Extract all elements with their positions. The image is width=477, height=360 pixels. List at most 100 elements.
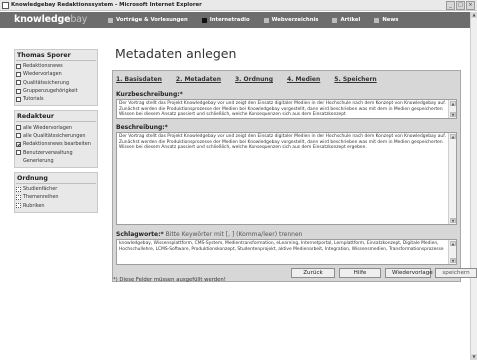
schlagworte-label-text: Schlagworte:* <box>116 231 164 238</box>
user-icon <box>16 150 21 156</box>
tab-basisdaten[interactable]: 1. Basisdaten <box>116 76 162 83</box>
sidebar-item-rubriken[interactable]: Rubriken <box>16 202 96 210</box>
kurzbeschreibung-value: Der Vortrag stellt das Projekt Knowledge… <box>119 101 446 118</box>
edit-check-icon <box>16 141 21 147</box>
sidebar-item-label: Redaktionsnews bearbeiten <box>23 141 91 148</box>
sidebar-item-alle-qualitaetssicherungen[interactable]: alle Qualitätssicherungen <box>16 132 96 140</box>
back-button[interactable]: Zurück <box>291 268 335 278</box>
scroll-down-icon[interactable]: ▼ <box>450 112 456 117</box>
document-icon <box>16 80 21 86</box>
document-icon <box>16 63 21 69</box>
sidebar-item-label: Redaktionsnews <box>23 63 63 70</box>
sidebar-item-qualitaetssicherung[interactable]: Qualitätssicherung <box>16 79 96 87</box>
sidebar-item-label: Generierung <box>23 157 54 164</box>
sidebar-item-label: Wiedervorlagen <box>23 71 62 78</box>
nav-items: Vorträge & Vorlesungen Internetradio Web… <box>108 16 412 24</box>
beschreibung-label: Beschreibung:* <box>116 124 168 131</box>
scroll-up-icon[interactable]: ▲ <box>450 241 456 246</box>
nav-item-label: Vorträge & Vorlesungen <box>116 17 188 23</box>
sidebar-item-alle-wiedervorlagen[interactable]: alle Wiedervorlagen <box>16 123 96 131</box>
kurzbeschreibung-label: Kurzbeschreibung:* <box>116 91 183 98</box>
close-button[interactable]: × <box>466 1 475 10</box>
field-scrollbar[interactable]: ▲ ▼ <box>448 240 456 264</box>
nav-square-icon <box>263 17 269 23</box>
tab-ordnung[interactable]: 3. Ordnung <box>235 76 273 83</box>
sidebar-item-label: Tutorials <box>23 96 44 103</box>
nav-item-internetradio[interactable]: Internetradio <box>201 16 250 24</box>
help-button[interactable]: Hilfe <box>339 268 381 278</box>
save-button[interactable]: speichern <box>435 268 477 278</box>
sidebar-item-generierung[interactable]: Generierung <box>16 157 96 165</box>
schlagworte-hint: Bitte Keywörter mit [, ] (Komma/leer) tr… <box>163 231 303 238</box>
beschreibung-field[interactable]: Der Vortrag stellt das Projekt Knowledge… <box>116 132 457 225</box>
logo-text-suffix: bay <box>70 14 88 25</box>
sidebar: Thomas Sporer Redaktionsnews Wiedervorla… <box>14 49 98 217</box>
site-logo[interactable]: knowledgebay <box>14 14 87 26</box>
document-icon <box>16 133 21 139</box>
sidebar-item-label: Themenreihen <box>23 194 59 201</box>
nav-square-icon <box>201 17 207 23</box>
scroll-up-icon[interactable]: ▲ <box>450 134 456 139</box>
sidebar-redakteur-heading: Redakteur <box>16 112 96 123</box>
tab-medien[interactable]: 4. Medien <box>287 76 320 83</box>
sidebar-item-tutorials[interactable]: Tutorials <box>16 95 96 103</box>
document-icon <box>16 125 21 131</box>
field-scrollbar[interactable]: ▲ ▼ <box>448 100 456 118</box>
sidebar-item-label: Benutzerverwaltung <box>23 149 73 156</box>
sidebar-item-label: alle Qualitätssicherungen <box>23 132 86 139</box>
sidebar-user-heading: Thomas Sporer <box>16 51 96 61</box>
sidebar-item-gruppenzugehoerigkeit[interactable]: Gruppenzugehörigkeit <box>16 87 96 95</box>
window-controls: _ □ × <box>446 1 475 10</box>
required-fields-note: *) Diese Felder müssen ausgefüllt werden… <box>113 277 226 283</box>
nav-item-webverzeichnis[interactable]: Webverzeichnis <box>263 16 319 24</box>
sidebar-user-section: Thomas Sporer Redaktionsnews Wiedervorla… <box>14 49 98 107</box>
metadata-form: 1. Basisdaten 2. Metadaten 3. Ordnung 4.… <box>112 70 477 282</box>
sidebar-item-benutzerverwaltung[interactable]: Benutzerverwaltung <box>16 148 96 156</box>
browser-icon <box>2 2 9 9</box>
window-title: Knowledgebay Redaktionssystem - Microsof… <box>11 2 202 8</box>
minimize-button[interactable]: _ <box>446 1 455 10</box>
tab-metadaten[interactable]: 2. Metadaten <box>176 76 221 83</box>
nav-item-news[interactable]: News <box>374 16 398 24</box>
sidebar-item-themenreihen[interactable]: Themenreihen <box>16 193 96 201</box>
nav-item-label: Internetradio <box>209 17 250 23</box>
wizard-tabs: 1. Basisdaten 2. Metadaten 3. Ordnung 4.… <box>116 76 391 83</box>
resubmit-button[interactable]: Wiedervorlage <box>385 268 433 278</box>
sidebar-item-redaktionsnews-bearbeiten[interactable]: Redaktionsnews bearbeiten <box>16 140 96 148</box>
schlagworte-value: knowledgebay, Wissensplattform, CMS-Syst… <box>119 241 444 252</box>
sidebar-ordnung-heading: Ordnung <box>16 174 96 184</box>
scroll-down-icon[interactable]: ▼ <box>450 258 456 263</box>
nav-item-label: Webverzeichnis <box>271 17 319 23</box>
nav-square-icon <box>374 17 380 23</box>
maximize-button[interactable]: □ <box>456 1 465 10</box>
main-content: Metadaten anlegen 1. Basisdaten 2. Metad… <box>112 46 477 283</box>
scroll-up-icon[interactable]: ▲ <box>471 12 477 18</box>
browser-scrollbar[interactable]: ▲ ▼ <box>470 12 477 360</box>
sidebar-item-wiedervorlagen[interactable]: Wiedervorlagen <box>16 70 96 78</box>
nav-item-artikel[interactable]: Artikel <box>332 16 360 24</box>
kurzbeschreibung-field[interactable]: Der Vortrag stellt das Projekt Knowledge… <box>116 99 457 119</box>
logo-text-main: knowledge <box>14 14 71 25</box>
beschreibung-value: Der Vortrag stellt das Projekt Knowledge… <box>119 134 446 151</box>
sidebar-redakteur-section: Redakteur alle Wiedervorlagen alle Quali… <box>14 110 98 168</box>
document-icon <box>16 71 21 77</box>
document-icon <box>16 96 21 102</box>
window-titlebar: Knowledgebay Redaktionssystem - Microsof… <box>0 0 477 11</box>
schlagworte-field[interactable]: knowledgebay, Wissensplattform, CMS-Syst… <box>116 239 457 265</box>
scroll-up-icon[interactable]: ▲ <box>450 101 456 106</box>
nav-item-vortraege[interactable]: Vorträge & Vorlesungen <box>108 16 188 24</box>
sidebar-ordnung-section: Ordnung Studienfächer Themenreihen Rubri… <box>14 171 98 213</box>
tree-icon <box>16 194 21 200</box>
schlagworte-label: Schlagworte:* Bitte Keywörter mit [, ] (… <box>116 231 302 238</box>
nav-item-label: News <box>382 17 399 23</box>
tab-speichern[interactable]: 5. Speichern <box>334 76 376 83</box>
nav-item-label: Artikel <box>340 17 361 23</box>
tree-icon <box>16 203 21 209</box>
top-navigation: knowledgebay Vorträge & Vorlesungen Inte… <box>0 12 470 28</box>
scroll-down-icon[interactable]: ▼ <box>471 354 477 360</box>
sidebar-item-label: Rubriken <box>23 202 45 209</box>
scroll-down-icon[interactable]: ▼ <box>450 218 456 223</box>
sidebar-item-redaktionsnews[interactable]: Redaktionsnews <box>16 62 96 70</box>
sidebar-item-studienfaecher[interactable]: Studienfächer <box>16 185 96 193</box>
field-scrollbar[interactable]: ▲ ▼ <box>448 133 456 224</box>
